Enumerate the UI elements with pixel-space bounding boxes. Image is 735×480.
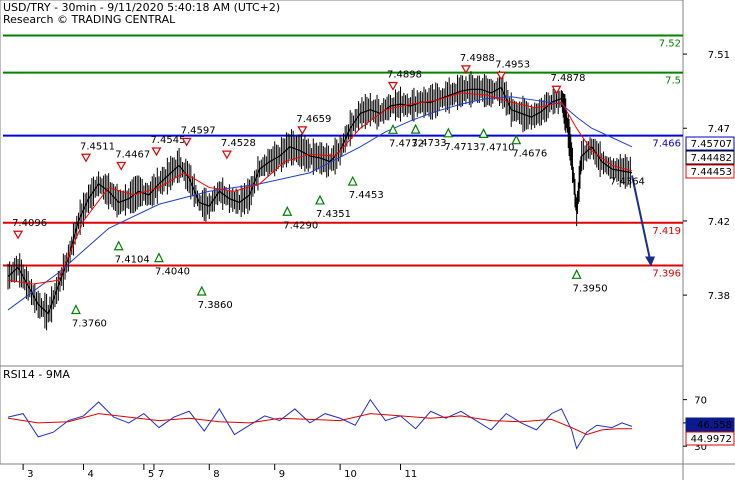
x-tick-9: 9 [279,469,285,480]
rsi-line [7,398,633,450]
up-marker-7.3860 [196,285,207,296]
rsi-series [7,398,633,450]
chart-source: Research © TRADING CENTRAL [3,13,176,26]
annotation-7.4290: 7.4290 [283,220,318,231]
annotation-7.4511: 7.4511 [80,141,115,152]
level-label-7.52: 7.52 [659,39,681,50]
x-tick-7: 7 [158,469,164,480]
annotation-7.4733: 7.4733 [412,138,447,149]
price-y-tick-7.42: 7.42 [708,217,730,228]
down-marker-7.4659 [297,126,308,136]
level-label-7.466: 7.466 [652,139,681,150]
annotation-7.4710: 7.4710 [480,142,515,153]
up-marker-7.4453 [347,175,358,186]
annotation-7.4545: 7.4545 [150,135,185,146]
annotation-7.4364: 7.4364 [610,177,645,188]
up-marker-7.4733 [410,123,421,134]
annotation-7.4528: 7.4528 [221,138,256,149]
down-marker-7.4528 [221,150,232,160]
rsi-box-label-rsi: 46.558 [697,420,732,431]
rsi-panel-frame [0,365,684,465]
up-marker-7.4713 [443,127,454,138]
level-label-7.396: 7.396 [652,268,681,279]
x-tick-4: 4 [87,469,93,480]
annotation-7.4453: 7.4453 [349,190,384,201]
down-marker-7.4467 [116,161,127,171]
rsi-box-label-ma: 44.9972 [691,434,732,445]
annotation-7.4351: 7.4351 [316,209,351,220]
price-box-label-last_price: 7.45707 [691,139,732,150]
rsi-y-tick-70: 70 [694,396,707,407]
price-box-label-bid: 7.44482 [691,153,732,164]
price-box-label-ask: 7.44453 [691,167,732,178]
up-marker-7.4351 [315,194,325,205]
x-tick-8: 8 [213,469,219,480]
annotation-7.4659: 7.4659 [296,114,331,125]
down-marker-7.4898 [387,81,399,91]
annotation-7.4597: 7.4597 [181,125,216,136]
price-y-tick-7.51: 7.51 [708,50,730,61]
annotation-7.4713: 7.4713 [444,142,479,153]
annotation-7.3860: 7.3860 [198,300,233,311]
down-marker-7.4953 [496,71,507,81]
annotation-7.4676: 7.4676 [512,149,547,160]
projection-arrow-line [631,175,651,260]
x-tick-5: 5 [148,469,154,480]
x-tick-10: 10 [344,469,357,480]
price-panel-frame [0,0,684,367]
price-series [7,70,655,331]
annotation-7.4040: 7.4040 [155,267,190,278]
down-marker-7.4878 [551,85,562,95]
price-y-tick-7.47: 7.47 [708,124,730,135]
usdtry-chart: USD/TRY - 30min - 9/11/2020 5:40:18 AM (… [0,0,735,480]
rsi-title: RSI14 - 9MA [3,368,70,381]
x-tick-11: 11 [405,469,418,480]
level-label-7.5: 7.5 [665,76,681,87]
up-marker-7.4290 [282,205,293,216]
up-marker-7.4040 [153,252,164,263]
annotation-7.4878: 7.4878 [551,73,586,84]
annotation-7.4104: 7.4104 [115,255,150,266]
annotation-7.4953: 7.4953 [495,59,530,70]
up-marker-7.4676 [511,134,522,145]
level-label-7.419: 7.419 [652,226,681,237]
x-tick-3: 3 [27,469,33,480]
up-marker-7.3760 [70,304,81,315]
down-marker-7.4545 [151,147,162,157]
annotation-7.3760: 7.3760 [72,319,107,330]
up-marker-7.4104 [113,240,124,251]
annotation-7.4988: 7.4988 [460,53,495,64]
annotation-7.4096: 7.4096 [12,218,47,229]
annotation-7.3950: 7.3950 [573,283,608,294]
annotation-7.4467: 7.4467 [115,149,150,160]
down-marker-7.4511 [80,153,92,163]
up-marker-7.3950 [571,268,582,279]
price-y-tick-7.38: 7.38 [708,291,730,302]
annotation-7.4898: 7.4898 [387,70,422,81]
up-marker-7.4710 [478,128,489,138]
down-marker-7.4096 [13,230,24,240]
